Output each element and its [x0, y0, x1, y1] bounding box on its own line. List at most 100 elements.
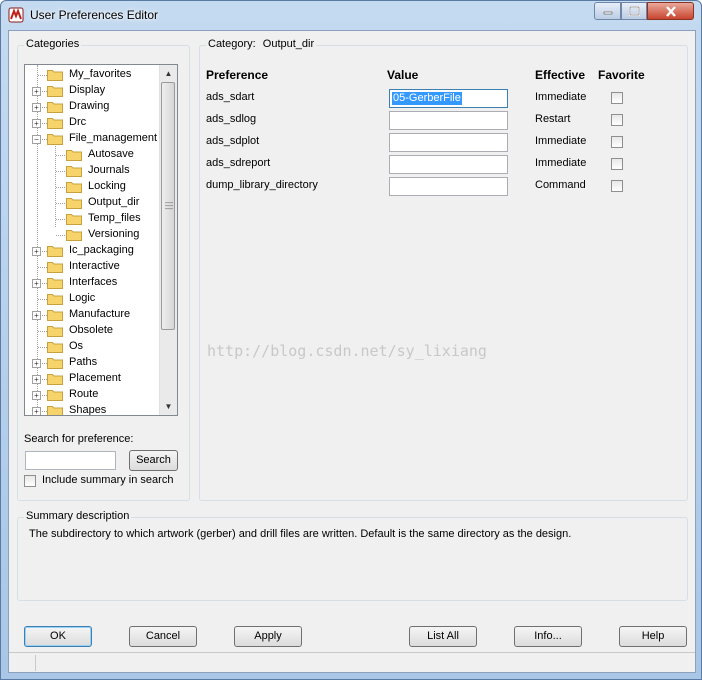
ok-button[interactable]: OK: [24, 626, 92, 647]
tree-item-drawing[interactable]: + Drawing: [25, 99, 157, 115]
tree-item-versioning[interactable]: Versioning: [25, 227, 157, 243]
favorite-checkbox[interactable]: [611, 180, 623, 192]
tree-item-shapes[interactable]: + Shapes: [25, 403, 157, 415]
expand-icon[interactable]: +: [32, 311, 41, 320]
favorite-checkbox[interactable]: [611, 114, 623, 126]
tree-item-temp_files[interactable]: Temp_files: [25, 211, 157, 227]
folder-icon: [66, 230, 82, 241]
scroll-up-icon[interactable]: ▲: [160, 65, 177, 82]
tree-connector-line: [56, 219, 65, 220]
list-all-button[interactable]: List All: [409, 626, 477, 647]
folder-icon: [66, 150, 82, 161]
tree-connector-line: [56, 187, 65, 188]
tree-connector-line: [56, 235, 65, 236]
expand-icon[interactable]: +: [32, 407, 41, 415]
tree-item-journals[interactable]: Journals: [25, 163, 157, 179]
category-name: Output_dir: [262, 38, 315, 50]
preference-value-input[interactable]: [389, 111, 508, 130]
title-bar[interactable]: User Preferences Editor: [1, 1, 701, 29]
expand-icon[interactable]: +: [32, 103, 41, 112]
expand-icon[interactable]: +: [32, 391, 41, 400]
tree-item-label: Ic_packaging: [69, 244, 134, 256]
tree-item-locking[interactable]: Locking: [25, 179, 157, 195]
search-button[interactable]: Search: [129, 450, 178, 471]
maximize-button[interactable]: [621, 2, 647, 20]
preference-value-text: 05-GerberFile: [392, 92, 462, 105]
folder-icon: [66, 182, 82, 193]
folder-icon: [47, 358, 63, 369]
tree-item-logic[interactable]: Logic: [25, 291, 157, 307]
app-logo-icon: [8, 7, 24, 23]
expand-icon[interactable]: +: [32, 279, 41, 288]
preference-effective: Immediate: [535, 91, 587, 103]
tree-item-manufacture[interactable]: + Manufacture: [25, 307, 157, 323]
status-bar: [9, 652, 695, 673]
folder-icon: [47, 374, 63, 385]
preference-value-input[interactable]: [389, 177, 508, 196]
preferences-window: User Preferences Editor Categories My_fa…: [0, 0, 702, 680]
folder-icon: [47, 390, 63, 401]
expand-icon[interactable]: +: [32, 247, 41, 256]
folder-icon: [47, 310, 63, 321]
minimize-button[interactable]: [594, 2, 621, 20]
favorite-checkbox[interactable]: [611, 136, 623, 148]
apply-button[interactable]: Apply: [234, 626, 302, 647]
preference-value-input[interactable]: [389, 155, 508, 174]
collapse-icon[interactable]: −: [32, 135, 41, 144]
include-summary-checkbox[interactable]: [24, 475, 36, 487]
preference-name: ads_sdplot: [206, 135, 260, 147]
tree-item-label: My_favorites: [69, 68, 132, 80]
tree-item-label: Interfaces: [69, 276, 118, 288]
expand-icon[interactable]: +: [32, 119, 41, 128]
folder-icon: [47, 246, 63, 257]
info-button[interactable]: Info...: [514, 626, 582, 647]
scroll-thumb[interactable]: — — —: [161, 82, 175, 330]
tree-item-label: Drawing: [69, 100, 110, 112]
favorite-checkbox[interactable]: [611, 92, 623, 104]
help-button[interactable]: Help: [619, 626, 687, 647]
preference-value-input[interactable]: 05-GerberFile: [389, 89, 508, 108]
tree-item-label: Locking: [88, 180, 126, 192]
tree-item-label: Obsolete: [69, 324, 114, 336]
folder-icon: [47, 278, 63, 289]
category-tree[interactable]: My_favorites + Display + Drawing + Drc − File_ma…: [24, 64, 178, 416]
tree-item-paths[interactable]: + Paths: [25, 355, 157, 371]
tree-item-placement[interactable]: + Placement: [25, 371, 157, 387]
preference-value-input[interactable]: [389, 133, 508, 152]
cancel-button[interactable]: Cancel: [129, 626, 197, 647]
tree-item-label: File_management: [69, 132, 158, 144]
tree-item-output_dir[interactable]: Output_dir: [25, 195, 157, 211]
window-title: User Preferences Editor: [30, 8, 159, 22]
tree-item-route[interactable]: + Route: [25, 387, 157, 403]
tree-item-display[interactable]: + Display: [25, 83, 157, 99]
folder-icon: [47, 70, 63, 81]
category-label: Category:: [208, 38, 256, 50]
expand-icon[interactable]: +: [32, 375, 41, 384]
tree-item-autosave[interactable]: Autosave: [25, 147, 157, 163]
tree-scrollbar[interactable]: ▲ — — — ▼: [159, 65, 177, 415]
tree-item-label: Autosave: [88, 148, 134, 160]
expand-icon[interactable]: +: [32, 87, 41, 96]
favorite-checkbox[interactable]: [611, 158, 623, 170]
tree-item-label: Placement: [69, 372, 121, 384]
scroll-down-icon[interactable]: ▼: [160, 398, 177, 415]
tree-item-label: Os: [69, 340, 84, 352]
tree-item-interactive[interactable]: Interactive: [25, 259, 157, 275]
tree-item-label: Manufacture: [69, 308, 131, 320]
tree-item-interfaces[interactable]: + Interfaces: [25, 275, 157, 291]
folder-icon: [66, 214, 82, 225]
tree-item-label: Paths: [69, 356, 98, 368]
tree-connector-line: [38, 331, 47, 332]
search-input[interactable]: [25, 451, 116, 470]
preference-header: Preference: [206, 68, 269, 82]
preference-effective: Immediate: [535, 135, 587, 147]
tree-item-file_management[interactable]: − File_management: [25, 131, 157, 147]
close-button[interactable]: [647, 2, 694, 20]
tree-item-os[interactable]: Os: [25, 339, 157, 355]
tree-item-ic_packaging[interactable]: + Ic_packaging: [25, 243, 157, 259]
tree-item-my_favorites[interactable]: My_favorites: [25, 67, 157, 83]
tree-item-drc[interactable]: + Drc: [25, 115, 157, 131]
expand-icon[interactable]: +: [32, 359, 41, 368]
folder-icon: [47, 326, 63, 337]
tree-item-obsolete[interactable]: Obsolete: [25, 323, 157, 339]
